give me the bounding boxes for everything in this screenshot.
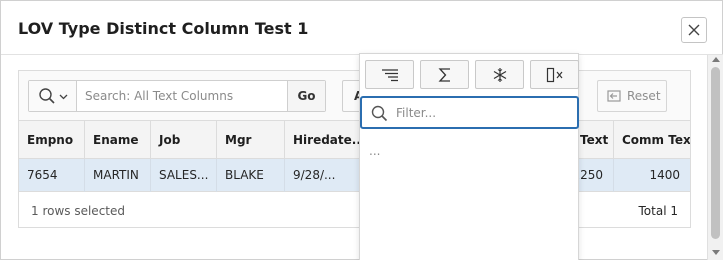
search-input[interactable] (77, 81, 287, 111)
scroll-up-arrow-icon[interactable] (712, 57, 720, 62)
freeze-button[interactable] (475, 60, 524, 89)
close-button[interactable] (681, 17, 707, 43)
search-icon (38, 88, 55, 104)
reset-label: Reset (627, 89, 661, 103)
empty-values-marker: ... (369, 144, 381, 158)
column-header-job[interactable]: Job (151, 121, 217, 159)
cell-hiredate: 9/28/... (285, 159, 365, 192)
column-header-hiredate[interactable]: Hiredate... (285, 121, 365, 159)
reset-button[interactable]: Reset (597, 80, 667, 112)
cell-empno: 7654 (19, 159, 85, 192)
cell-comm-text: 1400 (649, 168, 680, 182)
vertical-scrollbar[interactable] (707, 55, 723, 260)
cell-ename: MARTIN (85, 159, 151, 192)
column-header-mgr[interactable]: Mgr (217, 121, 285, 159)
cell-job: SALES... (151, 159, 217, 192)
cell-mgr: BLAKE (217, 159, 285, 192)
search-bar: Go (28, 80, 326, 112)
modal-dialog: LOV Type Distinct Column Test 1 Go (0, 0, 723, 260)
filter-input[interactable] (390, 99, 570, 126)
aggregate-icon (438, 67, 450, 82)
search-column-menu-button[interactable] (29, 81, 77, 111)
chevron-down-icon (59, 94, 67, 99)
filter-field (360, 96, 579, 129)
aggregate-button[interactable] (420, 60, 469, 89)
close-icon (688, 24, 700, 36)
column-tools (365, 60, 579, 89)
freeze-icon (493, 67, 506, 82)
hide-column-button[interactable] (530, 60, 579, 89)
sort-icon (381, 68, 398, 81)
scrollbar-thumb[interactable] (711, 67, 720, 239)
table-row[interactable]: 7654 MARTIN SALES... BLAKE 9/28/... 1250… (19, 159, 690, 192)
selection-status: 1 rows selected (31, 204, 125, 218)
grid-header: Empno Ename Job Mgr Hiredate... Text Com… (19, 121, 690, 159)
column-header-popup: ... (359, 53, 579, 260)
dialog-title: LOV Type Distinct Column Test 1 (18, 19, 309, 38)
scroll-down-arrow-icon[interactable] (712, 250, 720, 255)
report-toolbar: Go Actions Reset (19, 71, 690, 121)
go-button[interactable]: Go (287, 81, 325, 111)
search-icon (371, 105, 388, 121)
column-header-comm-text[interactable]: Comm Text... (614, 121, 690, 159)
interactive-report: Go Actions Reset Empno Ename Job Mgr Hir… (18, 70, 691, 228)
total-count: Total 1 (638, 204, 678, 218)
sort-button[interactable] (365, 60, 414, 89)
reset-icon (607, 90, 621, 102)
column-header-empno[interactable]: Empno (19, 121, 85, 159)
hide-column-icon (546, 67, 562, 82)
column-header-ename[interactable]: Ename (85, 121, 151, 159)
